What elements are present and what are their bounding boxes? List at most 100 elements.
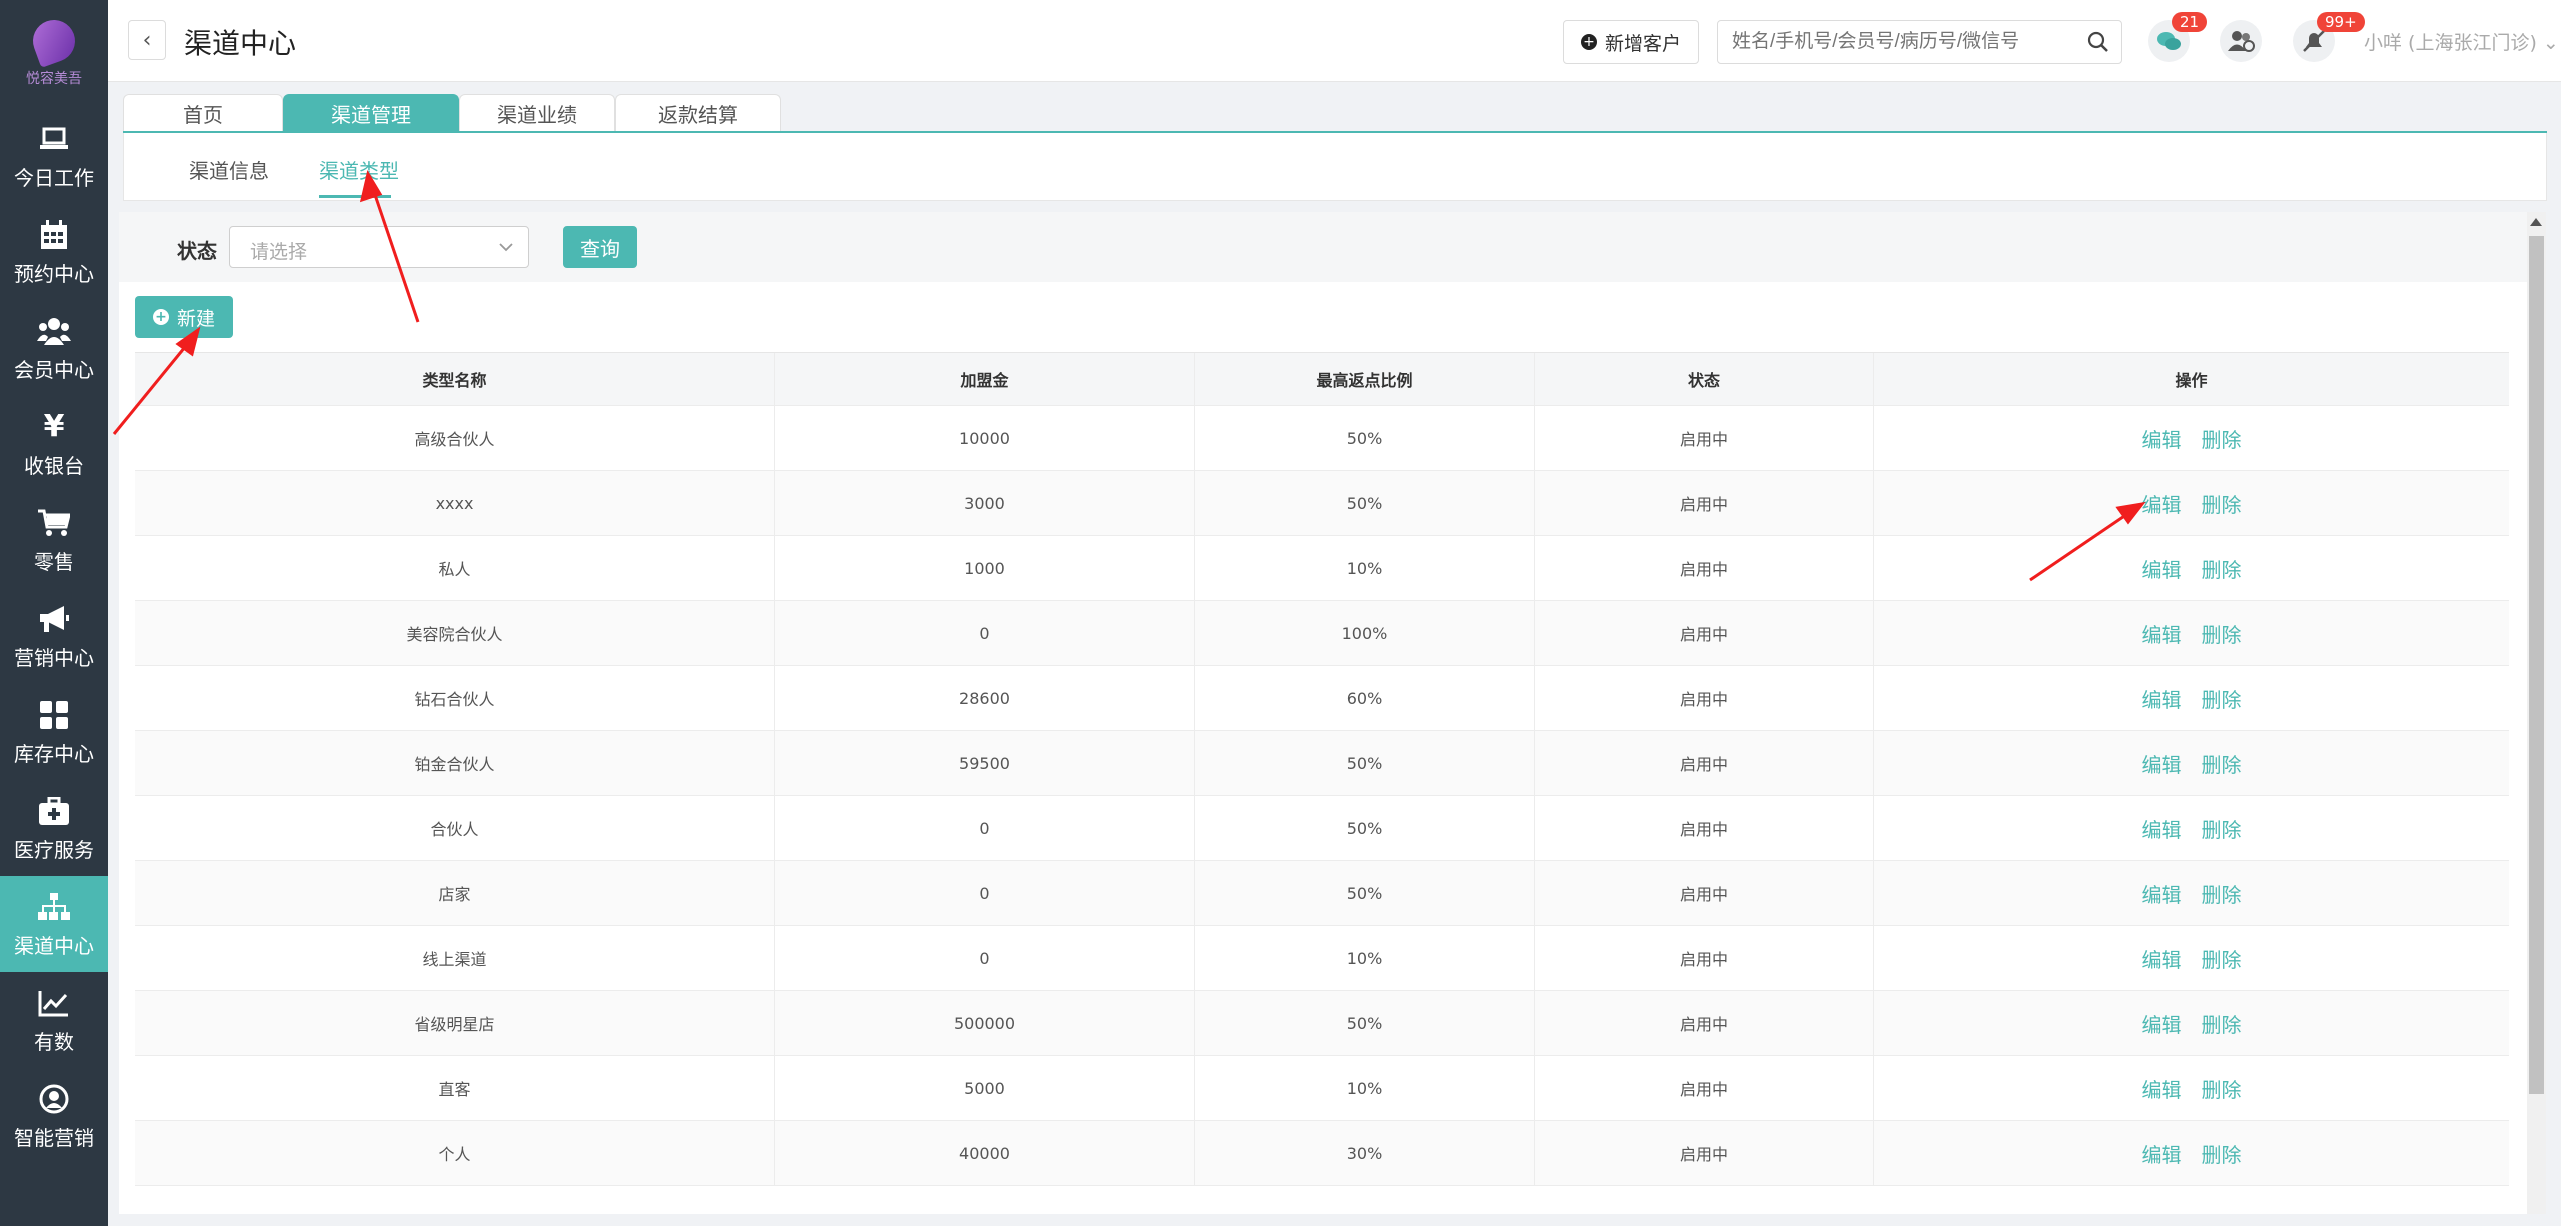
type-name-cell: 省级明星店 <box>135 991 775 1055</box>
type-name-cell: 直客 <box>135 1056 775 1120</box>
edit-link[interactable]: 编辑 <box>2142 619 2182 648</box>
new-type-button[interactable]: + 新建 <box>135 296 233 338</box>
query-button[interactable]: 查询 <box>563 226 637 268</box>
chevron-down-icon: ⌄ <box>2536 32 2559 54</box>
edit-link[interactable]: 编辑 <box>2142 1074 2182 1103</box>
status-cell: 启用中 <box>1535 406 1874 470</box>
sidebar-item-label: 渠道中心 <box>14 933 94 958</box>
sidebar-item-marketing[interactable]: 营销中心 <box>0 588 108 684</box>
sidebar-item-members[interactable]: 会员中心 <box>0 300 108 396</box>
sidebar-item-retail[interactable]: 零售 <box>0 492 108 588</box>
delete-link[interactable]: 删除 <box>2202 489 2242 518</box>
table-row: 线上渠道 0 10% 启用中 编辑 删除 <box>135 926 2509 991</box>
edit-link[interactable]: 编辑 <box>2142 684 2182 713</box>
wechat-messages-button[interactable]: 21 <box>2148 12 2208 62</box>
status-cell: 启用中 <box>1535 1121 1874 1185</box>
sidebar-item-analytics[interactable]: 有数 <box>0 972 108 1068</box>
tab-channel-management[interactable]: 渠道管理 <box>283 94 459 132</box>
table-header: 类型名称 加盟金 最高返点比例 状态 操作 <box>135 352 2509 406</box>
bell-muted-icon <box>2303 30 2325 52</box>
sidebar-item-today-work[interactable]: 今日工作 <box>0 108 108 204</box>
delete-link[interactable]: 删除 <box>2202 684 2242 713</box>
max-rebate-cell: 100% <box>1195 601 1535 665</box>
delete-link[interactable]: 删除 <box>2202 814 2242 843</box>
franchise-fee-cell: 1000 <box>775 536 1195 600</box>
sidebar-item-label: 有数 <box>34 1029 74 1054</box>
edit-link[interactable]: 编辑 <box>2142 879 2182 908</box>
sidebar-item-appointments[interactable]: 预约中心 <box>0 204 108 300</box>
type-name-cell: 钻石合伙人 <box>135 666 775 730</box>
delete-link[interactable]: 删除 <box>2202 619 2242 648</box>
edit-link[interactable]: 编辑 <box>2142 1009 2182 1038</box>
column-header-status: 状态 <box>1535 353 1874 405</box>
delete-link[interactable]: 删除 <box>2202 1139 2242 1168</box>
delete-link[interactable]: 删除 <box>2202 424 2242 453</box>
edit-link[interactable]: 编辑 <box>2142 944 2182 973</box>
delete-link[interactable]: 删除 <box>2202 554 2242 583</box>
sidebar-item-channel-center[interactable]: 渠道中心 <box>0 876 108 972</box>
status-cell: 启用中 <box>1535 991 1874 1055</box>
franchise-fee-cell: 28600 <box>775 666 1195 730</box>
app-logo[interactable]: 悦容美吾 <box>0 0 108 108</box>
sidebar: 悦容美吾 今日工作 预约中心 会员中心 ¥ 收银台 零售 营销中心 库存中心 医… <box>0 0 108 1226</box>
sitemap-icon <box>37 890 71 924</box>
edit-link[interactable]: 编辑 <box>2142 489 2182 518</box>
edit-link[interactable]: 编辑 <box>2142 1139 2182 1168</box>
user-menu[interactable]: 小咩 (上海张江门诊) ⌄ <box>2364 28 2559 55</box>
type-name-cell: 合伙人 <box>135 796 775 860</box>
type-name-cell: 线上渠道 <box>135 926 775 990</box>
type-name-cell: 高级合伙人 <box>135 406 775 470</box>
subnav-channel-type[interactable]: 渠道类型 <box>319 155 399 184</box>
medkit-icon <box>37 794 71 828</box>
delete-link[interactable]: 删除 <box>2202 1009 2242 1038</box>
status-select[interactable]: 请选择 <box>229 226 529 268</box>
subnav-channel-info[interactable]: 渠道信息 <box>189 155 269 184</box>
tab-home[interactable]: 首页 <box>123 94 283 132</box>
subnav-active-indicator <box>319 195 391 198</box>
calendar-icon <box>37 218 71 252</box>
sidebar-item-inventory[interactable]: 库存中心 <box>0 684 108 780</box>
sidebar-item-medical[interactable]: 医疗服务 <box>0 780 108 876</box>
edit-link[interactable]: 编辑 <box>2142 424 2182 453</box>
delete-link[interactable]: 删除 <box>2202 749 2242 778</box>
team-button[interactable] <box>2220 20 2262 62</box>
sidebar-item-label: 智能营销 <box>14 1125 94 1150</box>
franchise-fee-cell: 0 <box>775 601 1195 665</box>
scrollbar-thumb[interactable] <box>2529 236 2544 1094</box>
content-panel: 状态 请选择 查询 + 新建 类型名称 加盟金 最高返点比例 状态 操作 高级合… <box>119 212 2546 1214</box>
sidebar-item-label: 营销中心 <box>14 645 94 670</box>
actions-cell: 编辑 删除 <box>1874 601 2509 665</box>
table-row: 个人 40000 30% 启用中 编辑 删除 <box>135 1121 2509 1186</box>
column-header-actions: 操作 <box>2175 371 2208 390</box>
tab-channel-performance[interactable]: 渠道业绩 <box>459 94 615 132</box>
sidebar-item-label: 收银台 <box>24 453 84 478</box>
sidebar-item-smart-marketing[interactable]: 智能营销 <box>0 1068 108 1164</box>
back-button[interactable]: ‹ <box>128 20 166 60</box>
franchise-fee-cell: 0 <box>775 796 1195 860</box>
delete-link[interactable]: 删除 <box>2202 1074 2242 1103</box>
page-title: 渠道中心 <box>184 27 297 60</box>
sidebar-item-cashier[interactable]: ¥ 收银台 <box>0 396 108 492</box>
tab-rebate-settlement[interactable]: 返款结算 <box>615 94 781 132</box>
edit-link[interactable]: 编辑 <box>2142 814 2182 843</box>
team-icon <box>2228 31 2255 52</box>
cart-icon <box>37 506 71 540</box>
search-icon[interactable] <box>2087 31 2109 53</box>
status-cell: 启用中 <box>1535 861 1874 925</box>
franchise-fee-cell: 10000 <box>775 406 1195 470</box>
new-customer-label: 新增客户 <box>1604 32 1681 55</box>
table-row: xxxx 3000 50% 启用中 编辑 删除 <box>135 471 2509 536</box>
edit-link[interactable]: 编辑 <box>2142 554 2182 583</box>
search-input[interactable] <box>1718 21 2058 63</box>
notifications-button[interactable]: 99+ <box>2293 12 2365 62</box>
delete-link[interactable]: 删除 <box>2202 879 2242 908</box>
actions-cell: 编辑 删除 <box>1874 796 2509 860</box>
yen-icon: ¥ <box>43 409 65 444</box>
scroll-up-arrow-icon[interactable] <box>2530 218 2542 226</box>
delete-link[interactable]: 删除 <box>2202 944 2242 973</box>
filter-bar: 状态 请选择 查询 <box>119 212 2527 282</box>
new-customer-button[interactable]: + 新增客户 <box>1563 20 1699 64</box>
table-row: 合伙人 0 50% 启用中 编辑 删除 <box>135 796 2509 861</box>
franchise-fee-cell: 500000 <box>775 991 1195 1055</box>
edit-link[interactable]: 编辑 <box>2142 749 2182 778</box>
